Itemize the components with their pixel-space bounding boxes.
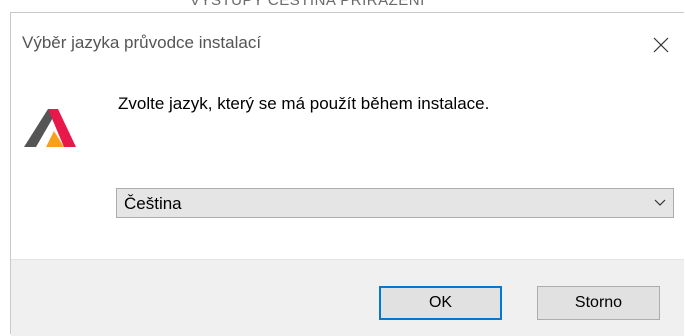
language-select-value: Čeština bbox=[124, 194, 182, 213]
dialog-footer: OK Storno bbox=[11, 259, 684, 336]
app-logo-icon bbox=[24, 107, 76, 147]
background-window-strip: VYSTUPY ČEŠTINA PŘIŘAZENÍ bbox=[0, 0, 685, 12]
title-bar: Výběr jazyka průvodce instalací bbox=[11, 13, 684, 77]
language-selection-dialog: Výběr jazyka průvodce instalací Zvolte j… bbox=[10, 12, 684, 336]
chevron-down-icon bbox=[654, 199, 666, 206]
language-prompt: Zvolte jazyk, který se má použít během i… bbox=[118, 94, 490, 113]
close-icon bbox=[653, 37, 669, 53]
ok-button[interactable]: OK bbox=[379, 286, 502, 320]
close-button[interactable] bbox=[638, 27, 684, 63]
language-select[interactable]: Čeština bbox=[116, 188, 674, 218]
dialog-title: Výběr jazyka průvodce instalací bbox=[22, 33, 262, 52]
cancel-button[interactable]: Storno bbox=[537, 286, 660, 320]
background-window-text: VYSTUPY ČEŠTINA PŘIŘAZENÍ bbox=[190, 0, 425, 9]
